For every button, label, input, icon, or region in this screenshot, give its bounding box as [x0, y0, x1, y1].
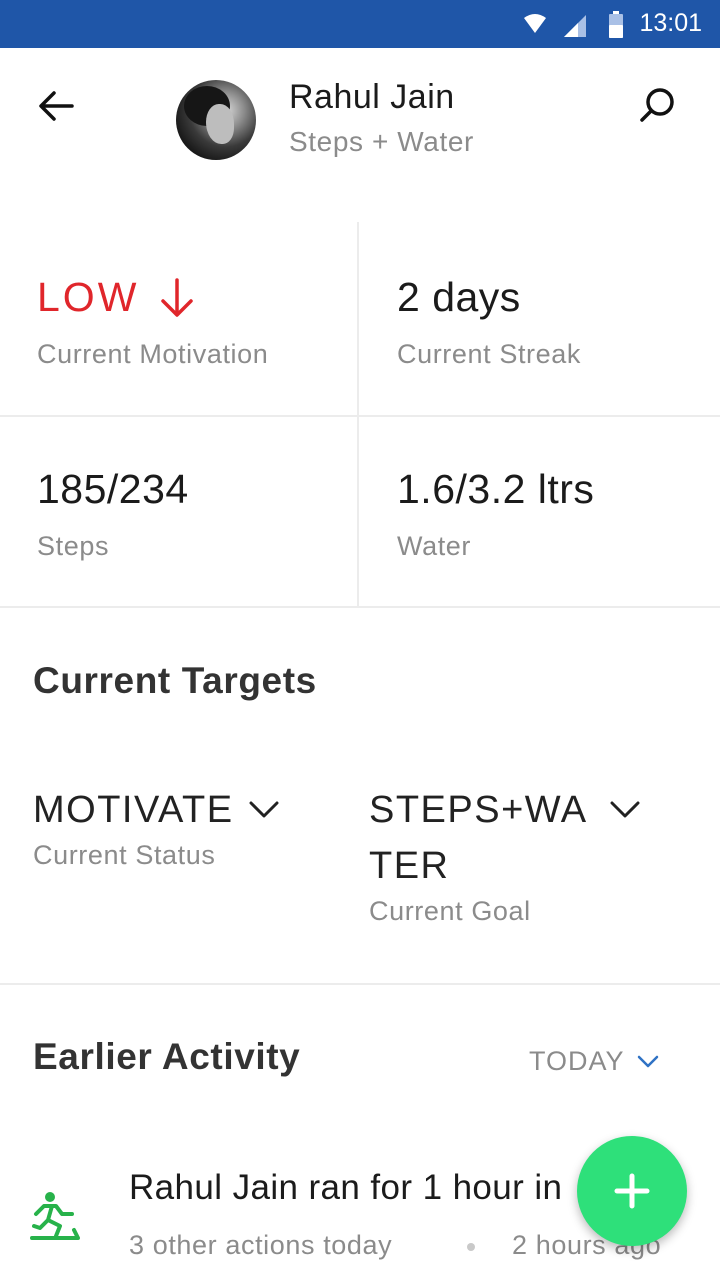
arrow-down-icon	[161, 277, 194, 317]
activity-title: Earlier Activity	[33, 1036, 301, 1077]
battery-icon	[609, 11, 623, 38]
activity-filter[interactable]: TODAY	[529, 1046, 625, 1077]
wifi-icon	[524, 14, 546, 33]
profile-header: Rahul Jain Steps + Water	[0, 48, 720, 170]
signal-icon	[564, 15, 586, 37]
running-icon	[30, 1192, 80, 1240]
stat-motivation[interactable]: LOW Current Motivation	[37, 274, 268, 370]
target-goal-dropdown[interactable]: STEPS+WA TER Current Goal	[369, 782, 588, 927]
streak-value: 2 days	[397, 274, 521, 320]
streak-label: Current Streak	[397, 339, 581, 369]
add-button[interactable]	[577, 1136, 687, 1246]
steps-value: 185/234	[37, 466, 189, 512]
steps-label: Steps	[37, 531, 110, 561]
motivation-level: LOW	[37, 274, 140, 320]
status-time: 13:01	[639, 9, 702, 37]
separator-dot	[467, 1243, 475, 1251]
goal-value-line1: STEPS+WA	[369, 789, 588, 831]
activity-meta: 3 other actions today	[129, 1230, 393, 1260]
water-label: Water	[397, 531, 472, 561]
chevron-down-icon[interactable]	[247, 797, 281, 821]
stat-water[interactable]: 1.6/3.2 ltrs Water	[397, 466, 594, 562]
target-status-dropdown[interactable]: MOTIVATE Current Status	[33, 782, 234, 871]
status-bar: 13:01	[0, 0, 720, 48]
motivation-label: Current Motivation	[37, 339, 269, 369]
stat-steps[interactable]: 185/234 Steps	[37, 466, 189, 562]
plus-icon	[614, 1173, 650, 1209]
search-icon[interactable]	[632, 82, 680, 130]
status-label: Current Status	[33, 840, 216, 870]
status-value: MOTIVATE	[33, 789, 234, 831]
targets-title: Current Targets	[33, 660, 317, 701]
stats-grid: LOW Current Motivation 2 days Current St…	[0, 222, 720, 608]
goal-label: Current Goal	[369, 896, 531, 926]
goal-value-line2: TER	[369, 845, 450, 887]
profile-name: Rahul Jain	[289, 78, 455, 116]
water-value: 1.6/3.2 ltrs	[397, 466, 595, 512]
stat-streak[interactable]: 2 days Current Streak	[397, 274, 581, 370]
chevron-down-icon[interactable]	[608, 797, 642, 821]
avatar[interactable]	[176, 80, 256, 160]
section-divider	[0, 983, 720, 985]
back-arrow-icon[interactable]	[32, 82, 80, 130]
chevron-down-icon[interactable]	[636, 1052, 660, 1070]
profile-subtitle: Steps + Water	[289, 126, 474, 157]
motivation-value: LOW	[37, 274, 268, 321]
